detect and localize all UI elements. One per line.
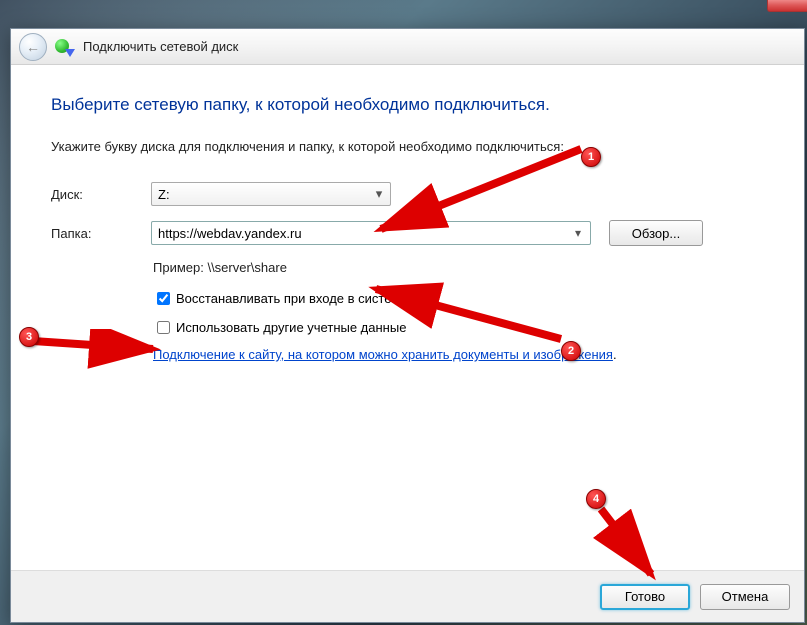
reconnect-row: Восстанавливать при входе в систему: [153, 289, 764, 308]
othercreds-label: Использовать другие учетные данные: [176, 320, 406, 335]
example-text: Пример: \\server\share: [153, 260, 764, 275]
website-link-row: Подключение к сайту, на котором можно хр…: [153, 347, 764, 362]
network-drive-icon: [55, 37, 75, 57]
folder-label: Папка:: [51, 226, 151, 241]
footer-button-bar: Готово Отмена: [11, 570, 804, 622]
othercreds-row: Использовать другие учетные данные: [153, 318, 764, 337]
wizard-content: Выберите сетевую папку, к которой необхо…: [11, 65, 804, 372]
page-subtext: Укажите букву диска для подключения и па…: [51, 139, 764, 154]
reconnect-checkbox[interactable]: [157, 292, 170, 305]
titlebar: ← Подключить сетевой диск: [11, 29, 804, 65]
folder-row: Папка: ▾ Обзор...: [51, 220, 764, 246]
reconnect-label: Восстанавливать при входе в систему: [176, 291, 407, 306]
close-button-fragment[interactable]: [767, 0, 807, 12]
browse-button[interactable]: Обзор...: [609, 220, 703, 246]
annotation-badge-1: 1: [581, 147, 601, 167]
drive-value: Z:: [158, 187, 170, 202]
drive-select[interactable]: Z: ▾: [151, 182, 391, 206]
annotation-badge-2: 2: [561, 341, 581, 361]
folder-input[interactable]: [151, 221, 591, 245]
back-button[interactable]: ←: [19, 33, 47, 61]
page-heading: Выберите сетевую папку, к которой необхо…: [51, 95, 764, 115]
drive-label: Диск:: [51, 187, 151, 202]
arrow-left-icon: ←: [26, 39, 40, 55]
annotation-badge-4: 4: [586, 489, 606, 509]
map-network-drive-window: ← Подключить сетевой диск Выберите сетев…: [10, 28, 805, 623]
othercreds-checkbox[interactable]: [157, 321, 170, 334]
finish-button[interactable]: Готово: [600, 584, 690, 610]
annotation-badge-3: 3: [19, 327, 39, 347]
chevron-down-icon: ▾: [370, 185, 388, 203]
drive-row: Диск: Z: ▾: [51, 182, 764, 206]
window-title: Подключить сетевой диск: [83, 39, 238, 54]
connect-website-link[interactable]: Подключение к сайту, на котором можно хр…: [153, 347, 613, 362]
cancel-button[interactable]: Отмена: [700, 584, 790, 610]
